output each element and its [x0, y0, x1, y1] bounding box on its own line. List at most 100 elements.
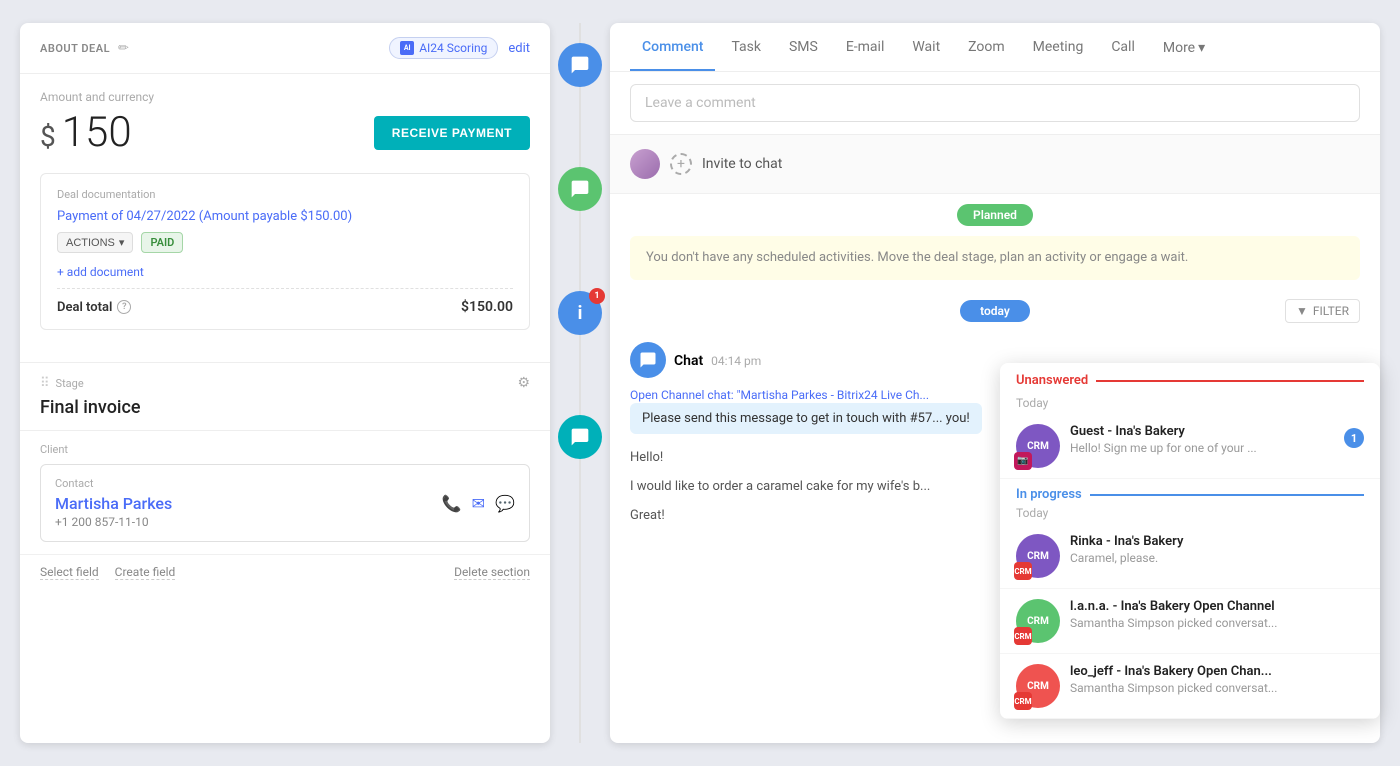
vertical-line [579, 23, 581, 743]
invite-area: + Invite to chat [610, 135, 1380, 194]
create-field-link[interactable]: Create field [115, 565, 176, 580]
tab-wait[interactable]: Wait [900, 23, 952, 71]
tab-task[interactable]: Task [719, 23, 773, 71]
tab-email[interactable]: E-mail [834, 23, 897, 71]
doc-actions-row: ACTIONS ▾ PAID [57, 232, 513, 253]
lana-preview: Samantha Simpson picked conversat... [1070, 616, 1310, 630]
contact-icons: 📞 ✉ 💬 [442, 494, 515, 513]
tab-call[interactable]: Call [1099, 23, 1147, 71]
email-icon[interactable]: ✉ [472, 494, 485, 513]
contact-name[interactable]: Martisha Parkes [55, 494, 172, 513]
tab-meeting[interactable]: Meeting [1021, 23, 1096, 71]
timeline-dot-2 [558, 167, 602, 211]
user-avatar [630, 149, 660, 179]
filter-label: FILTER [1313, 304, 1349, 318]
gear-icon[interactable]: ⚙ [517, 375, 530, 391]
chat-item-rinka[interactable]: CRM CRM Rinka - Ina's Bakery Caramel, pl… [1000, 524, 1380, 589]
chat-item-guest[interactable]: CRM 📷 Guest - Ina's Bakery Hello! Sign m… [1000, 414, 1380, 479]
pencil-icon[interactable]: ✏ [118, 41, 129, 56]
rinka-name: Rinka - Ina's Bakery [1070, 534, 1364, 549]
left-header: ABOUT DEAL ✏ AI AI24 Scoring edit [20, 23, 550, 74]
amount-label: Amount and currency [40, 90, 530, 104]
chat-icon[interactable]: 💬 [495, 494, 515, 513]
crm-label: CRM [1027, 551, 1049, 562]
unanswered-section-header: Unanswered [1000, 363, 1380, 396]
leojeff-item-text: leo_jeff - Ina's Bakery Open Chan... Sam… [1070, 664, 1364, 695]
actions-button[interactable]: ACTIONS ▾ [57, 232, 133, 253]
left-header-left: ABOUT DEAL ✏ [40, 41, 129, 56]
badge-red: 1 [589, 288, 605, 304]
guest-avatar: CRM 📷 [1016, 424, 1060, 468]
planned-badge-container: Planned [610, 194, 1380, 236]
activity-notice: You don't have any scheduled activities.… [630, 236, 1360, 280]
inprogress-section-header: In progress [1000, 479, 1380, 506]
chat-message-1: Please send this message to get in touch… [630, 403, 982, 434]
add-document-link[interactable]: + add document [57, 265, 144, 279]
left-header-right: AI AI24 Scoring edit [389, 37, 530, 59]
timeline-dot-1 [558, 43, 602, 87]
amount-value-container: $ 150 [40, 108, 132, 157]
footer-left: Select field Create field [40, 565, 175, 580]
amount-row: $ 150 RECEIVE PAYMENT [40, 108, 530, 157]
payment-link[interactable]: Payment of 04/27/2022 (Amount payable $1… [57, 209, 513, 224]
delete-section-link[interactable]: Delete section [454, 565, 530, 580]
comment-input[interactable]: Leave a comment [630, 84, 1360, 122]
tab-sms[interactable]: SMS [777, 23, 830, 71]
chat-time: 04:14 pm [711, 354, 761, 368]
crm-badge-leojeff: CRM [1014, 692, 1032, 710]
instagram-badge: 📷 [1014, 452, 1032, 470]
ai-icon: AI [400, 41, 414, 55]
chat-icon [570, 179, 590, 199]
chat-entry-icon [630, 342, 666, 378]
contact-name-row: Martisha Parkes 📞 ✉ 💬 [55, 494, 515, 513]
chat-item-lana[interactable]: CRM CRM l.a.n.a. - Ina's Bakery Open Cha… [1000, 589, 1380, 654]
section-footer: Select field Create field Delete section [20, 554, 550, 590]
invite-text: Invite to chat [702, 156, 782, 172]
middle-area: i 1 [550, 23, 610, 743]
paid-badge: PAID [141, 232, 183, 253]
chat-item-leojeff[interactable]: CRM CRM leo_jeff - Ina's Bakery Open Cha… [1000, 654, 1380, 719]
today-badge-container: today ▼ FILTER [610, 290, 1380, 332]
contact-phone: +1 200 857-11-10 [55, 515, 515, 529]
more-tab[interactable]: More ▾ [1151, 24, 1217, 70]
deal-total-label: Deal total ? [57, 300, 131, 315]
tab-zoom[interactable]: Zoom [956, 23, 1017, 71]
lana-item-text: l.a.n.a. - Ina's Bakery Open Channel Sam… [1070, 599, 1364, 630]
unanswered-divider [1096, 380, 1364, 382]
planned-pill: Planned [957, 204, 1033, 226]
crm-badge-icon: CRM [1027, 441, 1049, 452]
ai-scoring-badge[interactable]: AI AI24 Scoring [389, 37, 498, 59]
lana-name: l.a.n.a. - Ina's Bakery Open Channel [1070, 599, 1364, 614]
phone-icon[interactable]: 📞 [442, 494, 462, 513]
inprogress-divider [1090, 494, 1364, 496]
unanswered-label: Unanswered [1016, 373, 1088, 388]
tab-comment[interactable]: Comment [630, 23, 715, 71]
chat-dropdown: Unanswered Today CRM 📷 Guest - Ina's Bak… [1000, 363, 1380, 719]
filter-button[interactable]: ▼ FILTER [1285, 299, 1360, 323]
currency-symbol: $ [40, 120, 56, 153]
deal-total-value: $150.00 [461, 299, 513, 315]
select-field-link[interactable]: Select field [40, 565, 99, 580]
chevron-down-icon: ▾ [1198, 40, 1205, 56]
deal-total-row: Deal total ? $150.00 [57, 288, 513, 315]
channel-link[interactable]: Open Channel chat: "Martisha Parkes - Bi… [630, 388, 929, 402]
contact-label: Contact [55, 477, 515, 490]
inprogress-date: Today [1000, 506, 1380, 524]
chat-bubble-icon [570, 427, 590, 447]
more-tab-label: More [1163, 40, 1195, 56]
stage-section: ⠿ Stage ⚙ Final invoice [20, 362, 550, 430]
chat-title: Chat 04:14 pm [674, 350, 761, 369]
receive-payment-button[interactable]: RECEIVE PAYMENT [374, 116, 530, 150]
lana-avatar: CRM CRM [1016, 599, 1060, 643]
stage-label: ⠿ Stage [40, 376, 84, 391]
leojeff-avatar: CRM CRM [1016, 664, 1060, 708]
timeline-dot-4 [558, 415, 602, 459]
crm-badge-rinka: CRM [1014, 562, 1032, 580]
add-person-icon[interactable]: + [670, 153, 692, 175]
edit-link[interactable]: edit [508, 41, 530, 56]
comment-area: Leave a comment [610, 72, 1380, 135]
crm-label-leojeff: CRM [1027, 681, 1049, 692]
left-body: Amount and currency $ 150 RECEIVE PAYMEN… [20, 74, 550, 362]
unanswered-date: Today [1000, 396, 1380, 414]
leojeff-name: leo_jeff - Ina's Bakery Open Chan... [1070, 664, 1364, 679]
